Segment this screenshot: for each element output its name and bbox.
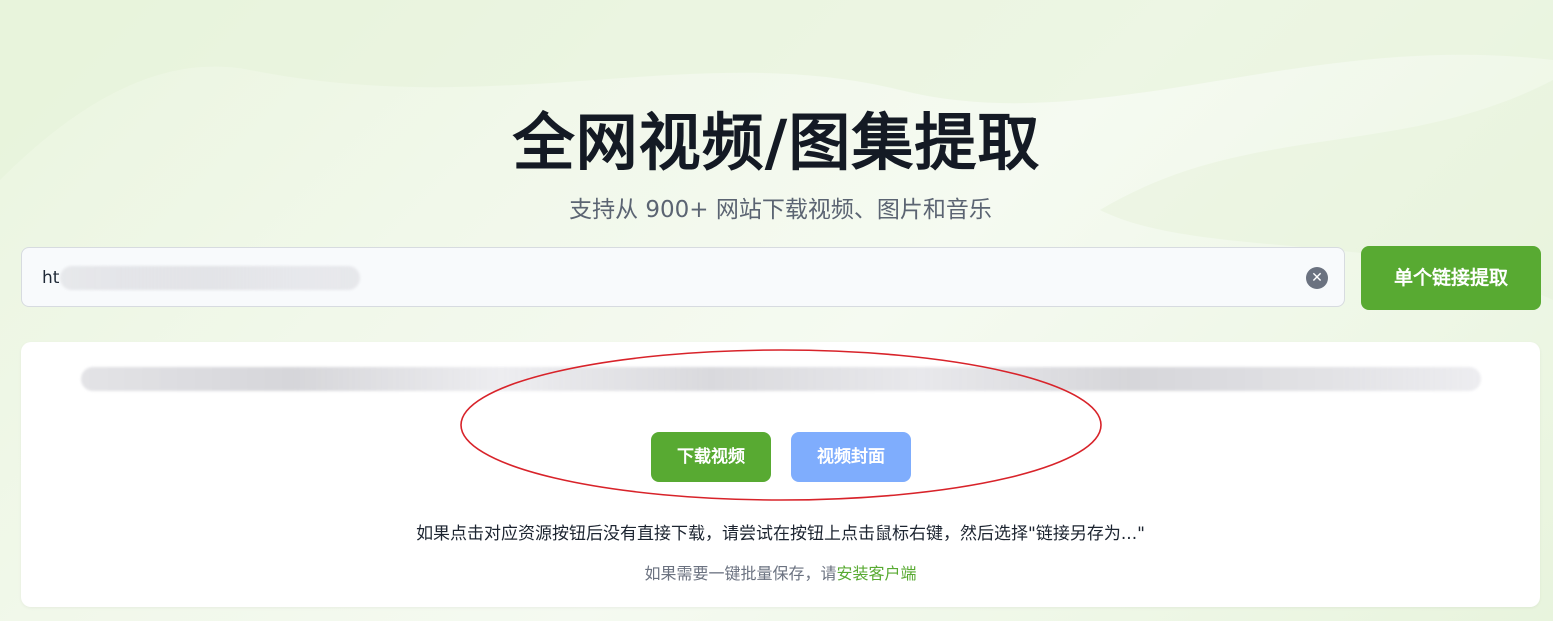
install-client-link[interactable]: 安装客户端 — [837, 564, 917, 583]
page-subtitle: 支持从 900+ 网站下载视频、图片和音乐 — [569, 197, 992, 223]
url-input-box[interactable]: ✕ — [21, 247, 1345, 307]
download-hint: 如果点击对应资源按钮后没有直接下载，请尝试在按钮上点击鼠标右键，然后选择"链接另… — [416, 524, 1145, 544]
video-cover-button[interactable]: 视频封面 — [791, 432, 911, 482]
download-video-button[interactable]: 下载视频 — [651, 432, 771, 482]
batch-save-text: 如果需要一键批量保存，请 — [644, 564, 837, 583]
clear-icon[interactable]: ✕ — [1306, 267, 1328, 289]
batch-save-hint: 如果需要一键批量保存，请安装客户端 — [21, 560, 1540, 588]
redacted-result-title — [81, 363, 1481, 397]
redacted-url — [60, 266, 360, 290]
page-title: 全网视频/图集提取 — [512, 106, 1041, 179]
single-link-extract-button[interactable]: 单个链接提取 — [1361, 246, 1541, 310]
result-card: 下载视频 视频封面 如果点击对应资源按钮后没有直接下载，请尝试在按钮上点击鼠标右… — [21, 342, 1540, 607]
